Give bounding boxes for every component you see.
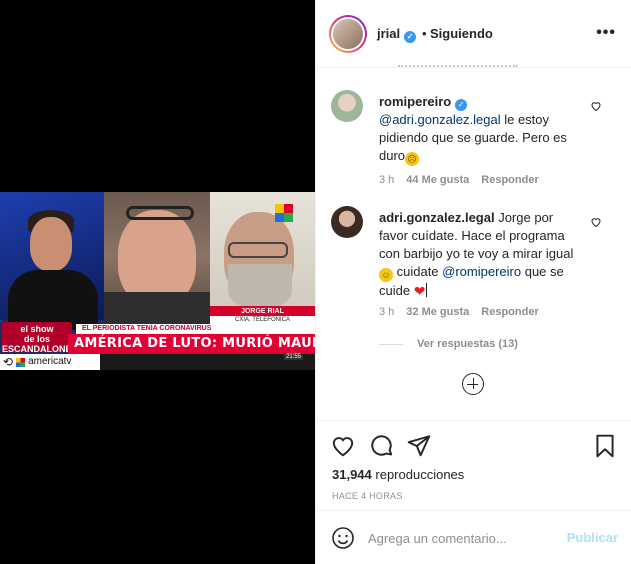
- comment-mention[interactable]: @adri.gonzalez.legal: [379, 112, 501, 127]
- separator-dot: •: [422, 26, 427, 41]
- comment-likes[interactable]: 44 Me gusta: [406, 174, 469, 186]
- comment-mention[interactable]: @romipereiro: [442, 264, 521, 279]
- comment-time: 3 h: [379, 174, 395, 186]
- emoji-picker-icon[interactable]: [331, 526, 355, 550]
- post-actions: 31,944 reproducciones HACE 4 HORAS: [316, 420, 631, 520]
- save-bookmark-icon[interactable]: [592, 433, 618, 459]
- reply-button[interactable]: Responder: [481, 174, 538, 186]
- comment-input[interactable]: [368, 528, 558, 548]
- show-logo-line1: el show: [20, 324, 54, 334]
- replies-line: [379, 343, 403, 345]
- sad-face-emoji: ☹: [405, 152, 420, 166]
- guest-panel: [104, 192, 210, 332]
- view-replies-button[interactable]: Ver respuestas (13): [379, 338, 518, 350]
- guest-glasses: [126, 206, 194, 220]
- media-pane: JORGE RIAL CXIA. TELEFONICA el show de l…: [0, 0, 315, 564]
- ticker-bar: [100, 354, 315, 370]
- comment-body-2: cuidate: [393, 264, 443, 279]
- show-logo-line3: ESCANDALONES: [2, 344, 78, 354]
- comment-likes[interactable]: 32 Me gusta: [406, 306, 469, 318]
- like-comment-heart-icon[interactable]: [590, 100, 602, 112]
- comment-text: romipereiro ✓ @adri.gonzalez.legal le est…: [379, 93, 584, 166]
- view-replies-label: Ver respuestas (13): [417, 338, 518, 350]
- author-avatar-image: [331, 17, 365, 51]
- commenter-avatar[interactable]: [331, 90, 363, 122]
- scroll-peek: [398, 62, 618, 68]
- show-logo-line2: de los: [23, 334, 50, 344]
- host-panel: [0, 192, 104, 330]
- banner-top: EL PERIODISTA TENÍA CORONAVIRUS: [76, 324, 315, 334]
- post-sidebar: jrial ✓ • Siguiendo ••• romipereiro ✓ @adr…: [315, 0, 631, 564]
- video-frame[interactable]: JORGE RIAL CXIA. TELEFONICA el show de l…: [0, 192, 315, 370]
- like-comment-heart-icon[interactable]: [590, 216, 602, 228]
- reply-button[interactable]: Responder: [481, 306, 538, 318]
- regram-account: americatv: [28, 356, 72, 367]
- view-count[interactable]: 31,944 reproducciones: [332, 467, 464, 482]
- verified-badge-icon: ✓: [455, 99, 468, 111]
- comment-meta: 3 h 32 Me gusta Responder: [379, 306, 539, 318]
- post-header: jrial ✓ • Siguiendo •••: [316, 0, 631, 68]
- post-timestamp[interactable]: HACE 4 HORAS: [332, 491, 403, 501]
- regram-credit: ⟲ americatv: [0, 354, 100, 370]
- channel-logo-icon: [275, 204, 293, 222]
- more-horizontal-icon[interactable]: •••: [596, 24, 616, 42]
- rial-panel: [210, 192, 315, 320]
- regram-icon: ⟲: [3, 355, 14, 369]
- comment-meta: 3 h 44 Me gusta Responder: [379, 174, 539, 186]
- like-heart-icon[interactable]: [330, 433, 356, 459]
- host-face: [30, 217, 72, 271]
- verified-badge-icon: ✓: [404, 31, 417, 43]
- banner-main: AMÉRICA DE LUTO: MURIÓ MAURO VIALE: [68, 334, 315, 354]
- rial-beard: [228, 264, 292, 308]
- author-username[interactable]: jrial ✓: [377, 26, 417, 43]
- comment-username[interactable]: romipereiro: [379, 94, 451, 109]
- comment-composer: Publicar: [316, 510, 631, 564]
- commenter-avatar[interactable]: [331, 206, 363, 238]
- follow-status-button[interactable]: Siguiendo: [430, 26, 493, 41]
- host-body: [8, 270, 98, 330]
- name-sub: CXIA. TELEFONICA: [210, 316, 315, 324]
- comment-text: adri.gonzalez.legal Jorge por favor cuíd…: [379, 209, 584, 300]
- share-paper-plane-icon[interactable]: [406, 433, 432, 459]
- comment-time: 3 h: [379, 306, 395, 318]
- rial-glasses: [228, 242, 288, 258]
- americatv-logo-icon: [16, 357, 26, 367]
- clock: 21:55: [284, 354, 304, 360]
- author-username-text: jrial: [377, 26, 401, 41]
- comment-bubble-icon[interactable]: [369, 433, 395, 459]
- view-count-number: 31,944: [332, 467, 372, 482]
- comment-username[interactable]: adri.gonzalez.legal: [379, 210, 495, 225]
- red-heart-emoji: ❤: [413, 283, 426, 299]
- author-avatar[interactable]: [329, 15, 367, 53]
- view-count-label: reproducciones: [375, 467, 465, 482]
- load-more-comments-icon[interactable]: [462, 373, 484, 395]
- text-caret: [426, 283, 428, 297]
- grin-face-emoji: ☺: [379, 268, 393, 282]
- publish-button[interactable]: Publicar: [567, 530, 618, 545]
- show-logo: el show de los ESCANDALONES: [2, 322, 78, 354]
